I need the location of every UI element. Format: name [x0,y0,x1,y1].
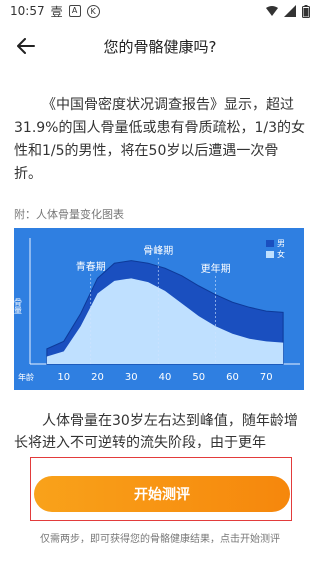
annotation-label: 更年期 [201,262,231,275]
x-tick-label: 10 [57,372,70,383]
status-bar: 10:57 壹 A K [0,0,320,22]
signal-icon [284,5,296,17]
status-a-badge-icon: A [68,5,81,17]
status-char-icon: 壹 [50,4,63,19]
cta-note: 仅需两步，即可获得您的骨骼健康结果，点击开始测评 [40,534,280,545]
status-k-badge-icon: K [86,4,100,18]
x-tick-label: 30 [125,372,138,383]
intro-paragraph: 《中国骨密度状况调查报告》显示，超过31.9%的国人骨量低或患有骨质疏松，1/3… [14,97,306,182]
arrow-left-icon [17,38,35,54]
start-test-button[interactable]: 开始测评 [34,476,290,512]
legend-label: 女 [277,249,285,259]
app-header: 您的骨骼健康吗? [0,26,320,66]
x-axis-label: 年龄 [18,372,34,382]
legend-label: 男 [277,239,285,248]
bone-mass-chart: 10 20 30 40 50 60 70 年龄 骨量 青春期 骨峰期更年期 男女 [14,228,304,390]
chart-caption: 附：人体骨量变化图表 [14,208,124,221]
annotation-label: 青春期 [76,260,106,273]
x-tick-label: 70 [260,372,273,383]
x-tick-label: 50 [192,372,205,383]
status-time: 10:57 [10,4,45,18]
page-title: 您的骨骼健康吗? [103,37,217,56]
back-button[interactable] [14,34,38,58]
legend-swatch [266,251,274,258]
battery-icon [302,4,310,18]
x-tick-label: 40 [159,372,172,383]
x-tick-label: 60 [226,372,239,383]
x-tick-label: 20 [91,372,104,383]
annotation-label: 骨峰期 [143,245,173,257]
y-axis-label: 骨量 [14,298,23,314]
wifi-icon [266,6,278,16]
legend-swatch [266,240,274,247]
body-paragraph: 人体骨量在30岁左右达到峰值，随年龄增长将进入不可逆转的流失阶段，由于更年 [14,413,298,450]
